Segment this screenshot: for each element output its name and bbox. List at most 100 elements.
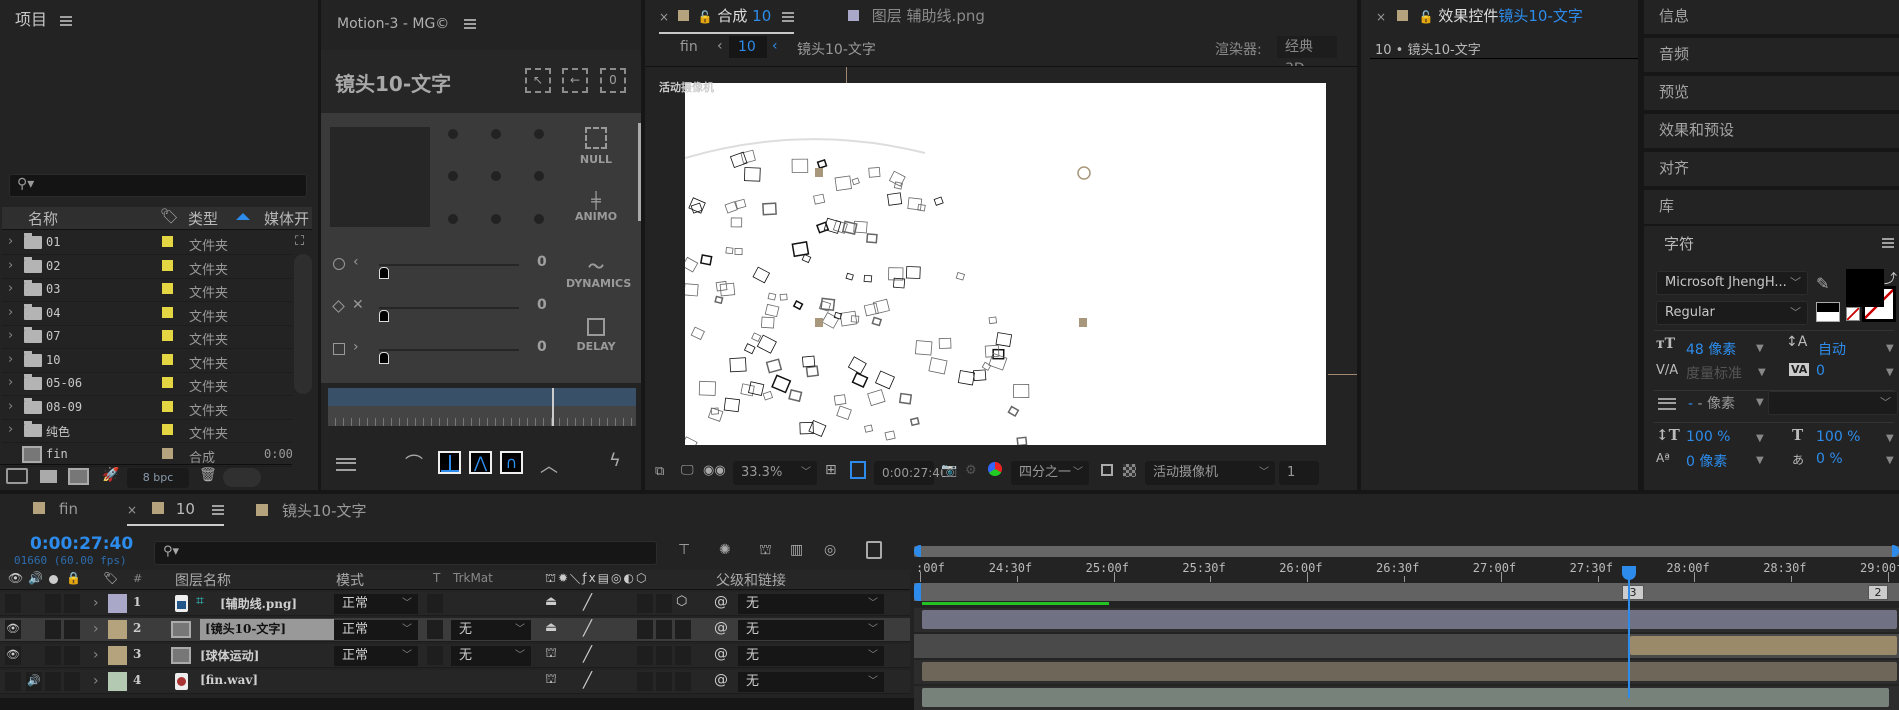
label-color-swatch[interactable] bbox=[162, 283, 173, 294]
eye-icon[interactable]: 👁 bbox=[8, 571, 23, 585]
renderer-button[interactable]: 经典 3D bbox=[1277, 36, 1337, 77]
pickwhip-icon[interactable]: @ bbox=[714, 594, 728, 610]
work-area-bar[interactable] bbox=[914, 583, 1899, 601]
solo-toggle[interactable] bbox=[45, 594, 61, 613]
leading-dropdown[interactable]: ▼ bbox=[1886, 343, 1894, 354]
close-icon[interactable]: × bbox=[127, 503, 137, 517]
vr-icon[interactable]: ◉◉ bbox=[703, 463, 726, 478]
kerning-dropdown[interactable]: ▼ bbox=[1758, 367, 1766, 378]
expand-chevron-icon[interactable]: › bbox=[8, 281, 13, 296]
breadcrumb-child[interactable]: 镜头10-文字 bbox=[797, 39, 876, 59]
expand-chevron-icon[interactable]: › bbox=[8, 328, 13, 343]
anchor-dot[interactable] bbox=[448, 129, 458, 139]
visibility-toggle[interactable]: 👁 bbox=[5, 646, 21, 665]
new-composition-icon[interactable] bbox=[68, 468, 89, 485]
channels-icon[interactable] bbox=[988, 462, 1002, 476]
panel-menu-icon[interactable] bbox=[211, 504, 224, 515]
tracking-value[interactable]: 0 bbox=[1816, 363, 1825, 379]
audio-toggle[interactable] bbox=[26, 646, 42, 665]
lock-icon[interactable]: 🔒 bbox=[66, 571, 81, 585]
ease-linear-button[interactable] bbox=[438, 451, 461, 474]
expand-chevron-icon[interactable]: › bbox=[8, 375, 13, 390]
anchor-dot[interactable] bbox=[534, 214, 544, 224]
pickwhip-icon[interactable]: @ bbox=[714, 620, 728, 636]
flowchart-icon[interactable]: ⛶ bbox=[295, 234, 304, 249]
horizontal-scale-dropdown[interactable]: ▼ bbox=[1886, 433, 1894, 444]
switch[interactable] bbox=[637, 594, 653, 613]
solo-toggle[interactable] bbox=[45, 672, 61, 691]
anchor-dot[interactable] bbox=[491, 214, 501, 224]
project-item[interactable]: › 04 文件夹 bbox=[2, 302, 292, 326]
slider-value[interactable]: 0 bbox=[537, 254, 547, 270]
panel-menu-icon[interactable] bbox=[463, 19, 476, 29]
font-style-dropdown[interactable]: Regular ﹀ bbox=[1656, 301, 1808, 325]
panel-menu-icon[interactable] bbox=[782, 11, 795, 22]
transparency-grid-icon[interactable] bbox=[1123, 464, 1136, 477]
expand-chevron-icon[interactable]: › bbox=[8, 399, 13, 414]
snapshot-icon[interactable]: 📷 bbox=[941, 463, 957, 478]
swap-colors-icon[interactable]: ⤴ bbox=[1884, 268, 1897, 287]
new-folder-icon[interactable] bbox=[40, 470, 57, 483]
baseline-shift-dropdown[interactable]: ▼ bbox=[1756, 455, 1764, 466]
breadcrumb-fin[interactable]: fin bbox=[680, 39, 698, 55]
layer-row[interactable]: 🔊 › 4 [fin.wav] ⛫ ╱ @ 无 ﹀ bbox=[0, 670, 910, 694]
shy-switch[interactable]: ⛫ bbox=[545, 672, 557, 689]
expand-chevron-icon[interactable]: › bbox=[93, 647, 99, 663]
marker-2[interactable]: 2 bbox=[1868, 585, 1888, 600]
parent-dropdown[interactable]: 无 ﹀ bbox=[738, 672, 884, 692]
render-queue-icon[interactable]: 🚀 bbox=[102, 467, 119, 483]
column-trkmat[interactable]: TrkMat bbox=[453, 571, 493, 585]
quality-switch[interactable]: ╱ bbox=[583, 645, 592, 663]
layer-duration-bar[interactable] bbox=[922, 610, 1897, 629]
dynamics-button[interactable]: 〜 DYNAMICS bbox=[566, 253, 631, 290]
null-button[interactable]: NULL bbox=[566, 127, 626, 166]
3d-layer-icon[interactable]: ⬡ bbox=[676, 594, 687, 609]
timeline-tab-shot[interactable]: 镜头10-文字 bbox=[256, 500, 367, 521]
view-dropdown[interactable]: 活动摄像机 ﹀ bbox=[1145, 461, 1275, 485]
slider-knob[interactable] bbox=[379, 352, 389, 364]
animo-button[interactable]: ╪ ANIMO bbox=[566, 191, 626, 223]
always-preview-icon[interactable]: ⧉ bbox=[655, 464, 664, 479]
label-color-swatch[interactable] bbox=[162, 236, 173, 247]
track-matte-dropdown[interactable]: 无 ﹀ bbox=[451, 646, 531, 666]
fill-color-swatch[interactable] bbox=[1846, 269, 1884, 307]
monitor-icon[interactable]: 🖵 bbox=[681, 463, 694, 478]
panel-menu-icon[interactable] bbox=[1882, 238, 1894, 248]
marker-3[interactable]: 3 bbox=[1622, 585, 1644, 600]
slider-track[interactable] bbox=[379, 264, 519, 266]
ease-curve-button[interactable]: ∩ bbox=[500, 451, 523, 474]
expand-chevron-icon[interactable]: › bbox=[8, 422, 13, 437]
menu-icon[interactable] bbox=[336, 458, 356, 471]
slider-track[interactable] bbox=[379, 349, 519, 351]
column-type[interactable]: 类型 bbox=[188, 208, 218, 229]
views-layout-dropdown[interactable]: 1 bbox=[1279, 461, 1319, 485]
anchor-dot[interactable] bbox=[448, 171, 458, 181]
time-ruler[interactable]: :00f 24:30f 25:00f 25:30f 26:00f 26:30f 27:00f… bbox=[914, 558, 1899, 582]
label-color-swatch[interactable] bbox=[162, 424, 173, 435]
slider-value[interactable]: 0 bbox=[537, 297, 547, 313]
lock-toggle[interactable] bbox=[64, 646, 80, 665]
layer-name[interactable]: [球体运动] bbox=[200, 647, 259, 664]
column-parent[interactable]: 父级和链接 bbox=[716, 570, 786, 590]
layer-label-color[interactable] bbox=[108, 646, 127, 665]
vertical-scale-dropdown[interactable]: ▼ bbox=[1756, 433, 1764, 444]
resolution-dropdown[interactable]: 四分之一 ﹀ bbox=[1011, 461, 1089, 485]
delay-button[interactable]: DELAY bbox=[566, 318, 626, 353]
layer-duration-bar[interactable] bbox=[922, 662, 1897, 681]
select-cursor-button[interactable]: ↖ bbox=[525, 68, 551, 93]
shy-switch[interactable]: ⛫ bbox=[545, 646, 557, 663]
add-ease-icon[interactable]: ⌒ bbox=[405, 450, 423, 476]
visibility-toggle[interactable] bbox=[5, 594, 21, 613]
column-name[interactable]: 名称 bbox=[28, 208, 58, 229]
frame-blending-icon[interactable]: ▥ bbox=[790, 542, 803, 558]
anchor-dot[interactable] bbox=[491, 129, 501, 139]
current-time[interactable]: 0:00:27:40 bbox=[30, 534, 133, 554]
3d-layer-toggle[interactable] bbox=[675, 620, 691, 639]
audio-toggle[interactable]: 🔊 bbox=[26, 672, 42, 691]
shy-switch[interactable]: ⏏ bbox=[545, 620, 557, 635]
switch[interactable] bbox=[637, 620, 653, 639]
slider-track[interactable] bbox=[379, 307, 519, 309]
motion-blur-icon[interactable]: ◎ bbox=[824, 542, 836, 558]
project-scrollbar[interactable] bbox=[294, 254, 312, 394]
label-color-swatch[interactable] bbox=[162, 330, 173, 341]
